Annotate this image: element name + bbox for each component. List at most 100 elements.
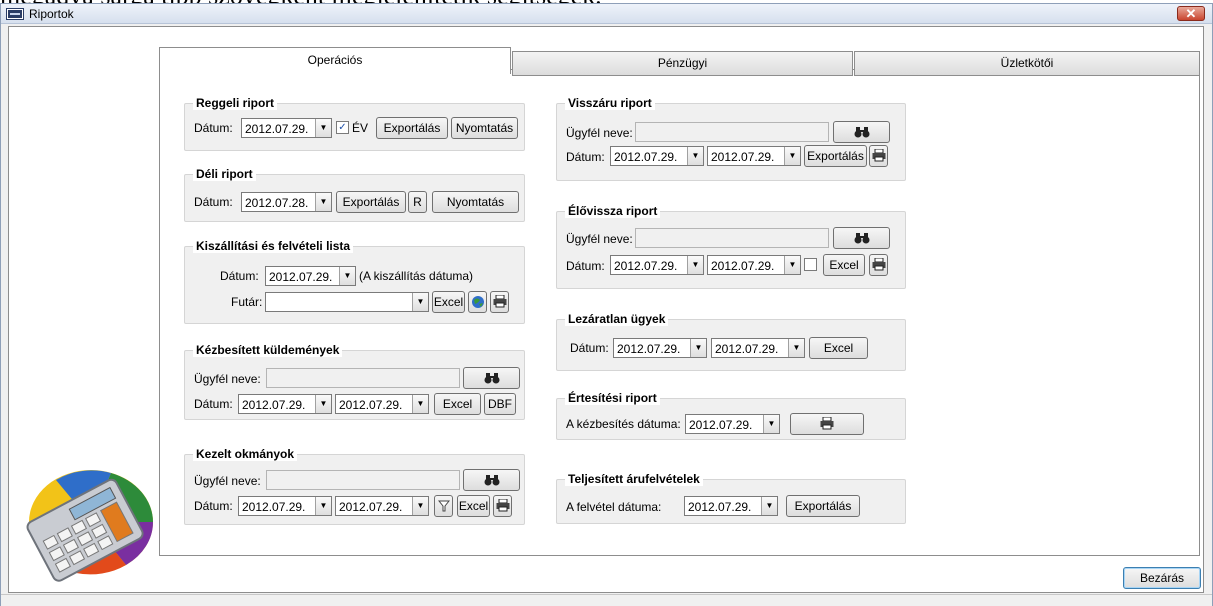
chevron-down-icon[interactable]: ▼ (690, 339, 706, 357)
reggeli-riport-group: Reggeli riport Dátum: 2012.07.29. ▼ ✓ ÉV… (184, 96, 525, 151)
lezaratlan-datum-label: Dátum: (570, 341, 609, 355)
visszaru-datum-label: Dátum: (566, 150, 605, 164)
kiszallitasi-title: Kiszállítási és felvételi lista (193, 239, 354, 253)
binoculars-icon (854, 233, 869, 244)
chevron-down-icon[interactable]: ▼ (788, 339, 804, 357)
chevron-down-icon[interactable]: ▼ (315, 395, 331, 413)
ertesitesi-group: Értesítési riport A kézbesítés dátuma: 2… (556, 391, 906, 440)
kezelt-date-to-combo[interactable]: 2012.07.29. ▼ (335, 496, 429, 516)
visszaru-print-button[interactable] (869, 145, 888, 167)
kezbesitett-excel-button[interactable]: Excel (434, 393, 481, 415)
calculator-chart-logo (26, 470, 154, 582)
elovissza-date-from-combo[interactable]: 2012.07.29. ▼ (610, 255, 704, 275)
chevron-down-icon[interactable]: ▼ (339, 267, 355, 285)
teljesitett-date-combo[interactable]: 2012.07.29. ▼ (684, 496, 778, 516)
tab-penzugyi[interactable]: Pénzügyi (512, 51, 853, 76)
kezelt-filter-button[interactable] (434, 495, 453, 517)
printer-icon (872, 148, 885, 162)
chevron-down-icon[interactable]: ▼ (412, 497, 428, 515)
kezelt-ugyfel-field[interactable] (266, 470, 460, 490)
printer-icon (496, 498, 509, 512)
close-button[interactable]: Bezárás (1123, 567, 1201, 589)
kezbesitett-date-to-value: 2012.07.29. (339, 398, 403, 412)
deli-r-button[interactable]: R (408, 191, 427, 213)
kezbesitett-dbf-button[interactable]: DBF (484, 393, 516, 415)
chevron-down-icon[interactable]: ▼ (315, 119, 331, 137)
kezbesitett-datum-label: Dátum: (194, 397, 233, 411)
elovissza-ugyfel-field[interactable] (635, 228, 829, 248)
kezelt-excel-button[interactable]: Excel (457, 495, 490, 517)
deli-date-combo[interactable]: 2012.07.28. ▼ (241, 192, 332, 212)
tab-uzletkotoi[interactable]: Üzletkötői (854, 51, 1200, 76)
binoculars-icon (484, 373, 499, 384)
chevron-down-icon[interactable]: ▼ (315, 497, 331, 515)
elovissza-checkbox[interactable] (804, 258, 817, 271)
kiszallitasi-note: (A kiszállítás dátuma) (359, 269, 474, 283)
chevron-down-icon[interactable]: ▼ (412, 395, 428, 413)
elovissza-title: Élővissza riport (565, 204, 661, 218)
elovissza-excel-button[interactable]: Excel (823, 254, 865, 276)
chevron-down-icon[interactable]: ▼ (763, 415, 779, 433)
lezaratlan-date-to-value: 2012.07.29. (715, 342, 779, 356)
reggeli-export-button[interactable]: Exportálás (376, 117, 448, 139)
kezbesitett-search-button[interactable] (463, 367, 520, 389)
kiszallitasi-date-combo[interactable]: 2012.07.29. ▼ (265, 266, 356, 286)
teljesitett-export-button[interactable]: Exportálás (786, 495, 860, 517)
chevron-down-icon[interactable]: ▼ (687, 147, 703, 165)
deli-export-button[interactable]: Exportálás (336, 191, 406, 213)
lezaratlan-title: Lezáratlan ügyek (565, 312, 669, 326)
lezaratlan-excel-button[interactable]: Excel (809, 337, 868, 359)
kiszallitasi-group: Kiszállítási és felvételi lista Dátum: 2… (184, 239, 525, 324)
chevron-down-icon[interactable]: ▼ (315, 193, 331, 211)
kezelt-title: Kezelt okmányok (193, 447, 298, 461)
lezaratlan-date-from-combo[interactable]: 2012.07.29. ▼ (613, 338, 707, 358)
ev-label: ÉV (352, 121, 369, 135)
chevron-down-icon[interactable]: ▼ (784, 256, 800, 274)
chevron-down-icon[interactable]: ▼ (412, 293, 428, 311)
ertesitesi-date-combo[interactable]: 2012.07.29. ▼ (685, 414, 780, 434)
visszaru-date-to-combo[interactable]: 2012.07.29. ▼ (707, 146, 801, 166)
kiszallitasi-map-button[interactable] (468, 291, 487, 313)
visszaru-date-from-combo[interactable]: 2012.07.29. ▼ (610, 146, 704, 166)
kiszallitasi-print-button[interactable] (490, 291, 509, 313)
kezbesitett-ugyfel-field[interactable] (266, 368, 460, 388)
kiszallitasi-excel-button[interactable]: Excel (432, 291, 465, 313)
elovissza-search-button[interactable] (833, 227, 890, 249)
chevron-down-icon[interactable]: ▼ (761, 497, 777, 515)
window-close-button[interactable]: ✕ (1177, 6, 1205, 21)
kezelt-ugyfel-label: Ügyfél neve: (194, 474, 261, 488)
kezelt-date-from-combo[interactable]: 2012.07.29. ▼ (238, 496, 332, 516)
ertesitesi-print-button[interactable] (790, 413, 864, 435)
teljesitett-date-value: 2012.07.29. (688, 500, 752, 514)
lezaratlan-date-from-value: 2012.07.29. (617, 342, 681, 356)
printer-icon (872, 257, 885, 271)
deli-print-button[interactable]: Nyomtatás (432, 191, 519, 213)
reggeli-date-combo[interactable]: 2012.07.29. ▼ (241, 118, 332, 138)
reggeli-print-button[interactable]: Nyomtatás (451, 117, 518, 139)
status-bar (1, 594, 1212, 606)
kezelt-search-button[interactable] (463, 469, 520, 491)
visszaru-search-button[interactable] (833, 121, 890, 143)
window-title: Riportok (29, 7, 74, 21)
ev-checkbox[interactable]: ✓ (336, 121, 349, 134)
deli-datum-label: Dátum: (194, 195, 233, 209)
kezbesitett-title: Kézbesített küldemények (193, 343, 343, 357)
chevron-down-icon[interactable]: ▼ (687, 256, 703, 274)
visszaru-ugyfel-field[interactable] (635, 122, 829, 142)
binoculars-icon (854, 127, 869, 138)
elovissza-print-button[interactable] (869, 254, 888, 276)
kezbesitett-date-to-combo[interactable]: 2012.07.29. ▼ (335, 394, 429, 414)
elovissza-date-to-combo[interactable]: 2012.07.29. ▼ (707, 255, 801, 275)
chevron-down-icon[interactable]: ▼ (784, 147, 800, 165)
visszaru-title: Visszáru riport (565, 96, 655, 110)
futar-label: Futár: (231, 295, 263, 309)
visszaru-ugyfel-label: Ügyfél neve: (566, 126, 633, 140)
kezelt-print-button[interactable] (493, 495, 512, 517)
visszaru-export-button[interactable]: Exportálás (804, 145, 867, 167)
futar-combo[interactable]: ▼ (265, 292, 429, 312)
reggeli-riport-title: Reggeli riport (193, 96, 278, 110)
lezaratlan-date-to-combo[interactable]: 2012.07.29. ▼ (711, 338, 805, 358)
kezbesitett-date-from-combo[interactable]: 2012.07.29. ▼ (238, 394, 332, 414)
tab-operacios[interactable]: Operációs (159, 47, 511, 74)
reggeli-date-value: 2012.07.29. (245, 122, 309, 136)
